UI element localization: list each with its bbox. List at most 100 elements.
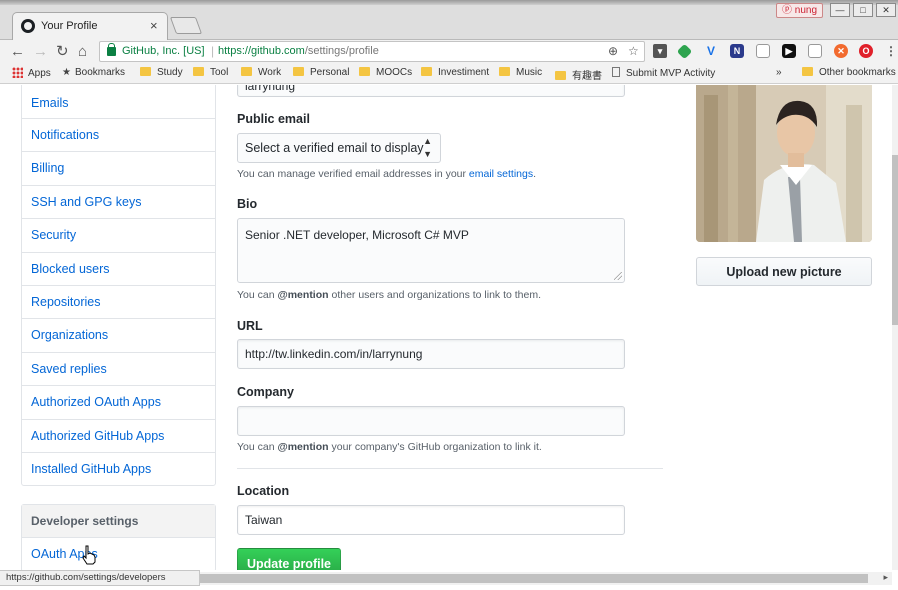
company-note-mention: @mention <box>277 441 329 453</box>
public-email-note-suffix: . <box>533 168 537 180</box>
email-settings-link[interactable]: email settings <box>469 168 533 180</box>
chrome-menu-icon[interactable]: ⋮ <box>884 44 898 58</box>
bookmark-folder-label: Music <box>516 67 543 78</box>
sidebar-item-oauth-apps[interactable]: OAuth Apps <box>22 538 215 570</box>
back-arrow-icon[interactable]: ← <box>10 43 25 61</box>
bookmarks-overflow-chevron[interactable]: » <box>776 67 782 78</box>
zoom-icon[interactable]: ⊕ <box>608 44 618 58</box>
sidebar-item-authorized-github-apps[interactable]: Authorized GitHub Apps <box>22 418 215 452</box>
close-window-button[interactable]: ✕ <box>876 3 896 17</box>
bookmark-star-icon[interactable]: ☆ <box>628 44 639 58</box>
sidebar-item-ssh-gpg-keys[interactable]: SSH and GPG keys <box>22 184 215 218</box>
profile-badge[interactable]: ⓟ nung <box>776 3 824 18</box>
bookmark-folder-moocs[interactable]: MOOCs <box>359 67 412 78</box>
name-input[interactable]: larrynung <box>237 85 625 97</box>
taskbar-strip <box>0 0 898 5</box>
location-input[interactable]: Taiwan <box>237 505 625 535</box>
company-note-prefix: You can <box>237 441 278 453</box>
folder-icon <box>421 67 432 76</box>
resize-grip-icon[interactable] <box>614 272 622 280</box>
sidebar-item-security[interactable]: Security <box>22 218 215 251</box>
url-text: https://github.com/settings/profile <box>218 45 379 57</box>
maximize-button[interactable]: □ <box>853 3 873 17</box>
apps-grid-icon <box>12 67 23 78</box>
location-label: Location <box>237 484 290 498</box>
bookmark-folder-label: Tool <box>210 67 229 78</box>
opera-extension-icon[interactable]: O <box>859 44 873 58</box>
sidebar-item-saved-replies[interactable]: Saved replies <box>22 351 215 385</box>
play-extension-icon[interactable]: ▶ <box>782 44 796 58</box>
forward-arrow-icon[interactable]: → <box>33 43 48 61</box>
address-bar[interactable]: GitHub, Inc. [US] | https://github.com/s… <box>99 41 645 62</box>
bookmark-folder-tool[interactable]: Tool <box>193 67 228 78</box>
sidebar-item-authorized-oauth-apps[interactable]: Authorized OAuth Apps <box>22 385 215 418</box>
public-email-note: You can manage verified email addresses … <box>237 168 536 180</box>
bio-note-mention: @mention <box>277 289 329 301</box>
vertical-scrollbar[interactable] <box>892 85 898 570</box>
onenote-extension-icon[interactable]: N <box>730 44 744 58</box>
upload-new-picture-button[interactable]: Upload new picture <box>696 257 872 286</box>
company-input[interactable] <box>237 406 625 436</box>
select-arrows-icon: ▲ ▼ <box>423 136 432 159</box>
folder-icon <box>499 67 510 76</box>
lock-icon <box>107 43 116 56</box>
reload-icon[interactable]: ↻ <box>56 43 69 61</box>
bookmarks-bar: Apps ★ Bookmarks Study Tool Work Personal… <box>0 64 898 84</box>
bio-note-suffix: other users and organizations to link to… <box>328 289 542 301</box>
profile-badge-icon: ⓟ <box>782 5 795 16</box>
sidebar-item-installed-github-apps[interactable]: Installed GitHub Apps <box>22 451 215 485</box>
sidebar-item-emails[interactable]: Emails <box>22 85 215 118</box>
bookmark-folder-music[interactable]: Music <box>499 67 542 78</box>
bookmark-folder-investiment[interactable]: Investiment <box>421 67 489 78</box>
bio-text: Senior .NET developer, Microsoft C# MVP <box>245 228 469 242</box>
bookmark-apps-label: Apps <box>28 68 51 79</box>
bookmark-submit-mvp[interactable]: Submit MVP Activity <box>612 67 715 79</box>
tab-close-icon[interactable]: × <box>150 18 158 33</box>
url-path: /settings/profile <box>304 45 379 57</box>
public-email-select[interactable]: Select a verified email to display ▲ ▼ <box>237 133 441 163</box>
developer-settings-header: Developer settings <box>22 505 215 538</box>
url-input[interactable]: http://tw.linkedin.com/in/larrynung <box>237 339 625 369</box>
browser-tab[interactable]: Your Profile × <box>12 12 168 40</box>
vimium-extension-icon[interactable]: V <box>704 44 718 58</box>
vertical-scrollbar-thumb[interactable] <box>892 155 898 325</box>
page-icon <box>612 67 620 77</box>
bookmark-folder-label: Work <box>258 67 282 78</box>
github-favicon-icon <box>21 19 35 33</box>
bookmark-folder-personal[interactable]: Personal <box>293 67 349 78</box>
new-tab-button[interactable] <box>169 17 203 34</box>
bookmark-folder-work[interactable]: Work <box>241 67 281 78</box>
minimize-button[interactable]: — <box>830 3 850 17</box>
star-icon: ★ <box>62 67 71 78</box>
folder-icon <box>241 67 252 76</box>
sidebar-item-billing[interactable]: Billing <box>22 151 215 184</box>
update-profile-button[interactable]: Update profile <box>237 548 341 570</box>
form-divider <box>237 468 663 469</box>
sidebar-item-repositories[interactable]: Repositories <box>22 284 215 318</box>
bookmark-folder-books[interactable]: 有趣書 <box>555 67 602 82</box>
home-icon[interactable]: ⌂ <box>78 43 87 61</box>
bookmark-folder-study[interactable]: Study <box>140 67 183 78</box>
profile-picture <box>696 85 872 242</box>
folder-icon <box>140 67 151 76</box>
bookmark-apps[interactable]: Apps <box>12 67 51 79</box>
orange-extension-icon[interactable]: ✕ <box>834 44 848 58</box>
scroll-right-arrow-icon[interactable]: ▸ <box>883 572 888 583</box>
copy-extension-icon[interactable] <box>756 44 770 58</box>
sidebar-item-blocked-users[interactable]: Blocked users <box>22 251 215 285</box>
browser-titlebar: Your Profile × ⓟ nung — □ ✕ <box>0 0 898 40</box>
horizontal-scrollbar[interactable]: ▸ <box>200 572 892 585</box>
sidebar-item-notifications[interactable]: Notifications <box>22 118 215 151</box>
settings-sidebar: Emails Notifications Billing SSH and GPG… <box>21 85 216 487</box>
sidebar-item-organizations[interactable]: Organizations <box>22 318 215 351</box>
pocket-extension-icon[interactable]: ▾ <box>653 44 667 58</box>
url-host: https://github.com <box>218 45 305 57</box>
horizontal-scrollbar-thumb[interactable] <box>200 574 868 583</box>
bio-textarea[interactable]: Senior .NET developer, Microsoft C# MVP <box>237 218 625 283</box>
company-label: Company <box>237 385 294 399</box>
bookmark-other-label: Other bookmarks <box>819 67 896 78</box>
bookmark-bookmarks[interactable]: ★ Bookmarks <box>62 67 125 78</box>
folder-icon <box>293 67 304 76</box>
reader-extension-icon[interactable] <box>808 44 822 58</box>
bookmark-other[interactable]: Other bookmarks <box>802 67 896 78</box>
